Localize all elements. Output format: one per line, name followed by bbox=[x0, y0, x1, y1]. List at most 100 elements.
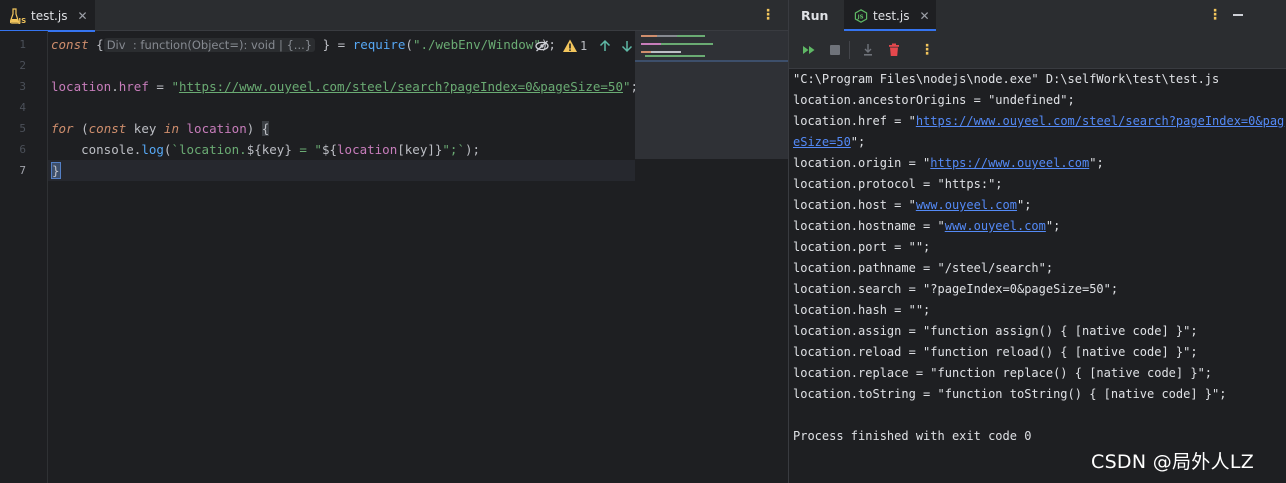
code-area[interactable]: const {Div : function(Object=): void | {… bbox=[48, 31, 638, 483]
console-text: location.hostname = " bbox=[793, 219, 945, 233]
code-token: ( bbox=[73, 121, 89, 136]
minimap-line bbox=[677, 35, 705, 37]
minimap-line bbox=[641, 43, 661, 45]
code-token: ( bbox=[405, 37, 413, 52]
nodejs-icon: JS bbox=[854, 8, 868, 23]
console-line: location.protocol = "https:"; bbox=[793, 177, 1003, 191]
minimize-icon[interactable] bbox=[1230, 7, 1246, 23]
editor-tab-bar: JS test.js ✕ ⋮ bbox=[0, 0, 788, 32]
minimap-line bbox=[635, 60, 788, 62]
console-line: location.href = "https://www.ouyeel.com/… bbox=[793, 111, 1284, 132]
watermark: CSDN @局外人LZ bbox=[1091, 451, 1255, 473]
console-link[interactable]: eSize=50 bbox=[793, 135, 851, 149]
line-number: 5 bbox=[19, 122, 26, 135]
code-line-6[interactable]: console.log(`location.${key} = "${locati… bbox=[48, 139, 635, 160]
console-line: location.search = "?pageIndex=0&pageSize… bbox=[793, 282, 1119, 296]
line-number: 3 bbox=[19, 80, 26, 93]
line-number: 1 bbox=[19, 38, 26, 51]
type-hint: Div : function(Object=): void | {...} bbox=[103, 38, 316, 52]
toolbar-divider bbox=[849, 41, 850, 59]
reader-mode-icon[interactable] bbox=[534, 38, 550, 54]
arrow-down-icon[interactable] bbox=[619, 38, 635, 54]
minimap-line bbox=[645, 55, 705, 57]
line-number: 4 bbox=[19, 101, 26, 114]
code-line-7[interactable]: } bbox=[48, 160, 635, 181]
keyword-token: for bbox=[51, 121, 74, 136]
interpolation-token: [key]} bbox=[397, 142, 443, 157]
line-number: 2 bbox=[19, 59, 26, 72]
arrow-up-icon[interactable] bbox=[597, 38, 613, 54]
editor-pane: JS test.js ✕ ⋮ 1 2 3 4 5 6 7 const {Div … bbox=[0, 0, 788, 483]
property-token: href bbox=[118, 79, 149, 94]
close-icon[interactable]: ✕ bbox=[77, 9, 87, 23]
rerun-icon[interactable] bbox=[801, 42, 817, 58]
global-token: location bbox=[337, 142, 398, 157]
global-token: location bbox=[51, 79, 112, 94]
delete-icon[interactable] bbox=[886, 42, 902, 58]
console-line: eSize=50"; bbox=[793, 132, 1273, 153]
code-line-3[interactable]: location.href = "https://www.ouyeel.com/… bbox=[48, 76, 638, 97]
code-token: . bbox=[111, 79, 119, 94]
warning-icon[interactable] bbox=[562, 38, 578, 54]
minimap-line bbox=[661, 43, 713, 45]
console-line: location.hostname = "www.ouyeel.com"; bbox=[793, 216, 1273, 237]
svg-text:JS: JS bbox=[18, 17, 27, 24]
warning-count: 1 bbox=[580, 39, 588, 53]
more-options-icon[interactable]: ⋮ bbox=[760, 7, 776, 23]
console-line: location.toString = "function toString()… bbox=[793, 387, 1227, 401]
stop-icon[interactable] bbox=[827, 42, 843, 58]
dump-threads-icon[interactable] bbox=[860, 42, 876, 58]
brace-token: } bbox=[51, 162, 61, 179]
function-token: log bbox=[141, 142, 164, 157]
console-output[interactable]: "C:\Program Files\nodejs\node.exe" D:\se… bbox=[793, 69, 1284, 483]
console-line: location.pathname = "/steel/search"; bbox=[793, 261, 1054, 275]
run-tool-window: Run JS test.js ✕ ⋮ ⋮ "C:\Program Files\n… bbox=[788, 0, 1286, 483]
console-line: location.origin = "https://www.ouyeel.co… bbox=[793, 153, 1273, 174]
template-token: = " bbox=[291, 142, 322, 157]
template-token: ";` bbox=[442, 142, 465, 157]
run-tab-test-js[interactable]: JS test.js ✕ bbox=[844, 0, 936, 31]
global-token: location bbox=[186, 121, 247, 136]
code-line-5[interactable]: for (const key in location) { bbox=[48, 118, 635, 139]
minimap-line bbox=[641, 35, 657, 37]
console-link[interactable]: www.ouyeel.com bbox=[916, 198, 1017, 212]
console-line: location.host = "www.ouyeel.com"; bbox=[793, 195, 1273, 216]
more-options-icon[interactable]: ⋮ bbox=[919, 42, 935, 58]
line-number-current: 7 bbox=[19, 164, 26, 177]
console-link[interactable]: www.ouyeel.com bbox=[945, 219, 1046, 233]
run-toolbar: ⋮ bbox=[789, 31, 1286, 69]
code-minimap[interactable] bbox=[635, 31, 788, 159]
code-token: = bbox=[148, 79, 172, 94]
string-token: " bbox=[171, 79, 179, 94]
console-link[interactable]: https://www.ouyeel.com bbox=[930, 156, 1089, 170]
line-number: 6 bbox=[19, 143, 26, 156]
code-token: { bbox=[88, 37, 104, 52]
keyword-token: in bbox=[163, 121, 179, 136]
console-scrollbar[interactable] bbox=[1276, 69, 1282, 483]
console-text: "; bbox=[1045, 219, 1061, 233]
console-text: "; bbox=[1016, 198, 1032, 212]
console-link[interactable]: https://www.ouyeel.com/steel/search?page… bbox=[916, 114, 1284, 128]
js-test-file-icon: JS bbox=[9, 7, 27, 25]
minimap-line bbox=[641, 51, 651, 53]
svg-text:JS: JS bbox=[857, 14, 864, 20]
function-token: require bbox=[352, 37, 406, 52]
url-link[interactable]: https://www.ouyeel.com/steel/search?page… bbox=[179, 79, 623, 94]
more-options-icon[interactable]: ⋮ bbox=[1207, 7, 1223, 23]
editor-tab-test-js[interactable]: JS test.js ✕ bbox=[0, 0, 95, 32]
console-text: location.href = " bbox=[793, 114, 916, 128]
editor-tab-label: test.js bbox=[31, 8, 68, 23]
code-token: ) bbox=[246, 121, 262, 136]
minimap-line bbox=[657, 35, 677, 37]
keyword-token: const bbox=[88, 121, 127, 136]
console-line: location.ancestorOrigins = "undefined"; bbox=[793, 93, 1075, 107]
console-line: location.reload = "function reload() { [… bbox=[793, 345, 1198, 359]
console-text: "; bbox=[1089, 156, 1104, 170]
brace-token: { bbox=[261, 121, 270, 136]
close-icon[interactable]: ✕ bbox=[919, 9, 929, 23]
code-token: console bbox=[81, 142, 134, 157]
run-header: Run JS test.js ✕ ⋮ bbox=[789, 0, 1286, 31]
